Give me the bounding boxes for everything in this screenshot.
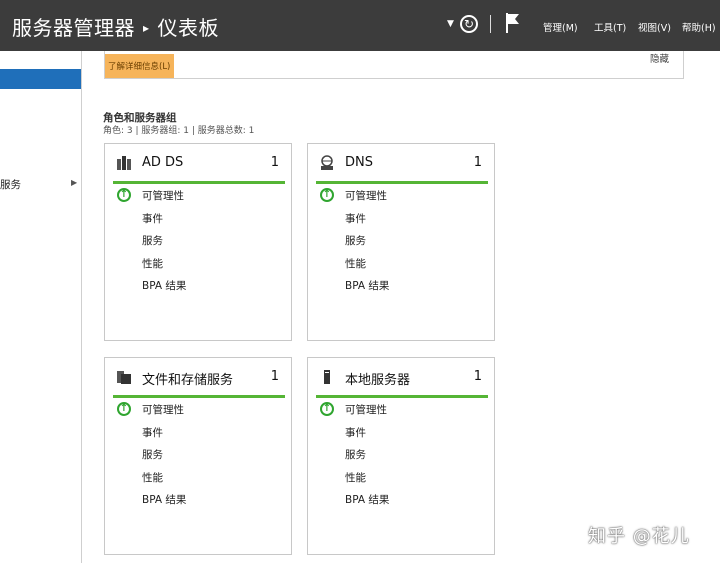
app-title: 服务器管理器 <box>12 16 135 40</box>
status-bar <box>316 395 488 398</box>
role-tile-local-server[interactable]: 本地服务器 1 ↑ 可管理性 事件 服务 性能 BPA 结果 <box>307 357 495 555</box>
status-ok-icon: ↑ <box>117 188 131 202</box>
tile-row-events[interactable]: 事件 <box>142 425 163 440</box>
tile-title: DNS <box>345 155 373 170</box>
sidebar-item-selected[interactable] <box>0 69 81 89</box>
watermark: 知乎 @花儿 <box>588 526 690 547</box>
tile-row-manageability[interactable]: 可管理性 <box>345 188 387 203</box>
status-ok-icon: ↑ <box>320 188 334 202</box>
tile-count: 1 <box>473 369 482 384</box>
tile-row-performance[interactable]: 性能 <box>345 470 366 485</box>
chevron-down-icon[interactable]: ▼ <box>447 19 454 29</box>
refresh-icon[interactable]: ↻ <box>460 15 478 33</box>
welcome-banner: 了解详细信息(L) 隐藏 <box>104 51 684 79</box>
local-server-icon <box>324 370 330 384</box>
menu-manage[interactable]: 管理(M) <box>543 20 578 34</box>
hide-button[interactable]: 隐藏 <box>650 51 669 65</box>
tile-row-services[interactable]: 服务 <box>142 233 163 248</box>
status-bar <box>316 181 488 184</box>
section-summary: 角色: 3 | 服务器组: 1 | 服务器总数: 1 <box>103 126 255 136</box>
tile-row-manageability[interactable]: 可管理性 <box>142 188 184 203</box>
sidebar-item-services[interactable]: 服务 <box>0 177 21 192</box>
notifications-flag-icon[interactable] <box>506 13 520 33</box>
tile-title: 本地服务器 <box>345 373 411 388</box>
tile-row-events[interactable]: 事件 <box>345 211 366 226</box>
tile-row-performance[interactable]: 性能 <box>142 470 163 485</box>
role-tile-file-storage[interactable]: 文件和存储服务 1 ↑ 可管理性 事件 服务 性能 BPA 结果 <box>104 357 292 555</box>
breadcrumb: 服务器管理器 ▸ 仪表板 <box>12 12 219 41</box>
main-content: 了解详细信息(L) 隐藏 角色和服务器组 角色: 3 | 服务器组: 1 | 服… <box>82 51 720 563</box>
tile-count: 1 <box>270 369 279 384</box>
tile-row-events[interactable]: 事件 <box>142 211 163 226</box>
tile-title: AD DS <box>142 155 184 170</box>
title-bar: 服务器管理器 ▸ 仪表板 ▼ ↻ 管理(M) 工具(T) 视图(V) 帮助(H) <box>0 0 720 51</box>
status-ok-icon: ↑ <box>320 402 334 416</box>
tile-header[interactable]: AD DS 1 <box>105 144 291 182</box>
status-bar <box>113 181 285 184</box>
tile-row-bpa[interactable]: BPA 结果 <box>345 492 389 507</box>
learn-more-link[interactable]: 了解详细信息(L) <box>105 54 175 78</box>
tile-row-services[interactable]: 服务 <box>345 447 366 462</box>
page-title: 仪表板 <box>157 16 220 40</box>
tile-header[interactable]: 本地服务器 1 <box>308 358 494 396</box>
tile-row-services[interactable]: 服务 <box>142 447 163 462</box>
tile-title: 文件和存储服务 <box>142 373 234 388</box>
tile-row-services[interactable]: 服务 <box>345 233 366 248</box>
menu-tools[interactable]: 工具(T) <box>594 20 626 34</box>
tile-row-bpa[interactable]: BPA 结果 <box>142 278 186 293</box>
tile-count: 1 <box>270 155 279 170</box>
expand-arrow-icon[interactable]: ▶ <box>71 178 77 187</box>
tile-header[interactable]: 文件和存储服务 1 <box>105 358 291 396</box>
tile-row-performance[interactable]: 性能 <box>142 256 163 271</box>
file-storage-icon <box>117 371 131 384</box>
role-tile-dns[interactable]: DNS 1 ↑ 可管理性 事件 服务 性能 BPA 结果 <box>307 143 495 341</box>
tile-count: 1 <box>473 155 482 170</box>
tile-row-manageability[interactable]: 可管理性 <box>345 402 387 417</box>
menu-help[interactable]: 帮助(H) <box>682 20 716 34</box>
toolbar-divider <box>490 15 491 33</box>
tile-row-manageability[interactable]: 可管理性 <box>142 402 184 417</box>
dns-icon <box>321 155 333 170</box>
status-ok-icon: ↑ <box>117 402 131 416</box>
tile-header[interactable]: DNS 1 <box>308 144 494 182</box>
menu-view[interactable]: 视图(V) <box>638 20 671 34</box>
ad-ds-icon <box>117 156 131 170</box>
tile-row-bpa[interactable]: BPA 结果 <box>345 278 389 293</box>
tile-row-events[interactable]: 事件 <box>345 425 366 440</box>
breadcrumb-arrow-icon: ▸ <box>143 21 150 35</box>
sidebar: 服务 ▶ <box>0 51 82 563</box>
tile-row-performance[interactable]: 性能 <box>345 256 366 271</box>
tile-row-bpa[interactable]: BPA 结果 <box>142 492 186 507</box>
status-bar <box>113 395 285 398</box>
role-tile-ad-ds[interactable]: AD DS 1 ↑ 可管理性 事件 服务 性能 BPA 结果 <box>104 143 292 341</box>
